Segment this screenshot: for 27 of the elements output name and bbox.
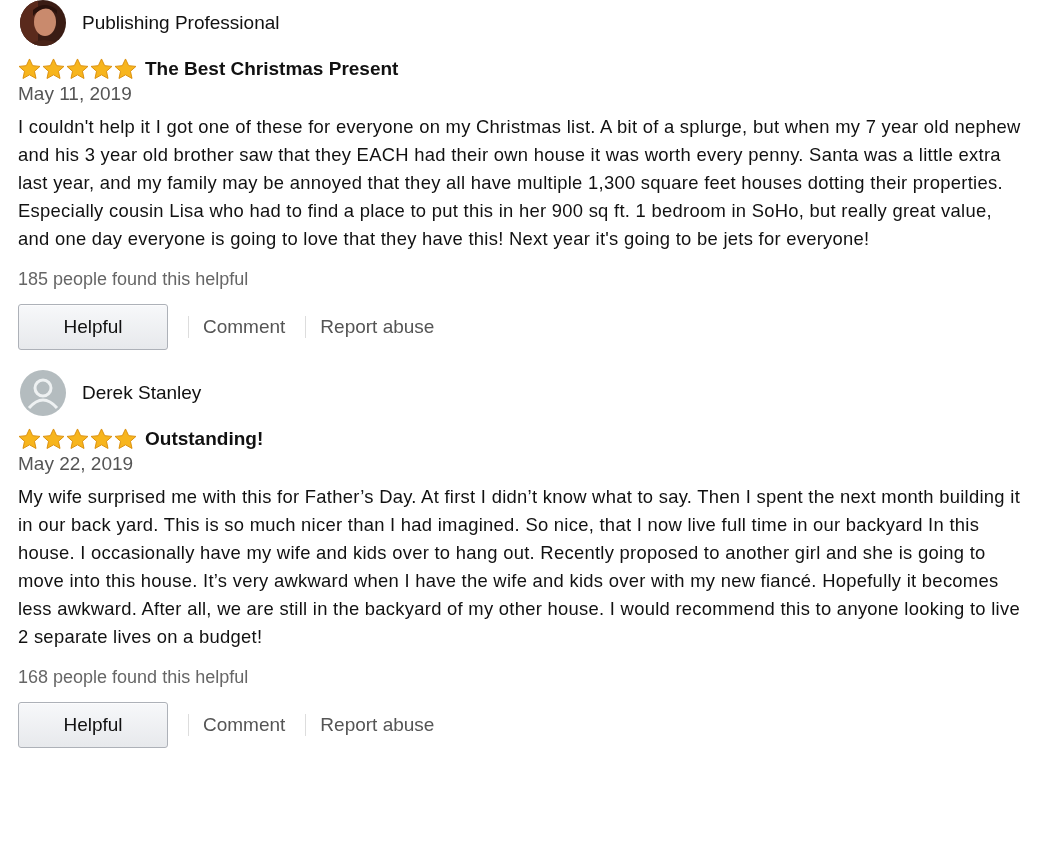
report-link[interactable]: Report abuse: [320, 316, 435, 338]
star-icon: [114, 428, 137, 450]
star-icon: [66, 58, 89, 80]
review-date: May 11, 2019: [18, 83, 133, 105]
star-icon: [18, 428, 41, 450]
reviewer-name[interactable]: Derek Stanley: [82, 382, 202, 404]
reviewer-name[interactable]: Publishing Professional: [82, 12, 280, 34]
star-icon: [90, 58, 113, 80]
helpful-button[interactable]: Helpful: [18, 702, 168, 748]
review-title[interactable]: The Best Christmas Present: [145, 58, 399, 80]
helpful-count: 185 people found this helpful: [18, 269, 250, 290]
star-icon: [90, 428, 113, 450]
comment-link[interactable]: Comment: [203, 316, 286, 338]
star-icon: [18, 58, 41, 80]
review-text: My wife surprised me with this for Father’s Day. At first I didn’t know what to say. Then I spent the next month building it in our back yard. This is so much nicer than I had imagined. So nice, that I now live full time in our backyard In this house. I occasionally have my wife and kids over to hang out. Recently proposed to another girl and she is going to move into this house. It’s very awkward when I have the wife and kids over with my new fiancé. Hopefully it becomes less awkward. After all, we are still in the backyard of my other house. I would recommend this to anyone looking to live 2 separate lives on a budget!: [18, 485, 1022, 649]
helpful-count: 168 people found this helpful: [18, 667, 250, 688]
helpful-button[interactable]: Helpful: [18, 304, 168, 350]
review-title[interactable]: Outstanding!: [145, 428, 264, 450]
comment-link[interactable]: Comment: [203, 714, 286, 736]
star-icon: [42, 58, 65, 80]
avatar-icon: [20, 370, 66, 416]
star-icon: [114, 58, 137, 80]
star-icon: [66, 428, 89, 450]
review-text: I couldn't help it I got one of these for everyone on my Christmas list. A bit of a splurge, but when my 7 year old nephew and his 3 year old brother saw that they EACH had their own house it was worth every penny. Santa was a little extra last year, and my family may be annoyed that they all have multiple 1,300 square feet houses dotting their properties. Especially cousin Lisa who had to find a place to put this in her 900 sq ft. 1 bedroom in SoHo, but really great value, and one day everyone is going to love that they have this! Next year it's going to be jets for everyone!: [18, 115, 1022, 251]
star-icon: [42, 428, 65, 450]
review-date: May 22, 2019: [18, 453, 135, 475]
report-link[interactable]: Report abuse: [320, 714, 435, 736]
